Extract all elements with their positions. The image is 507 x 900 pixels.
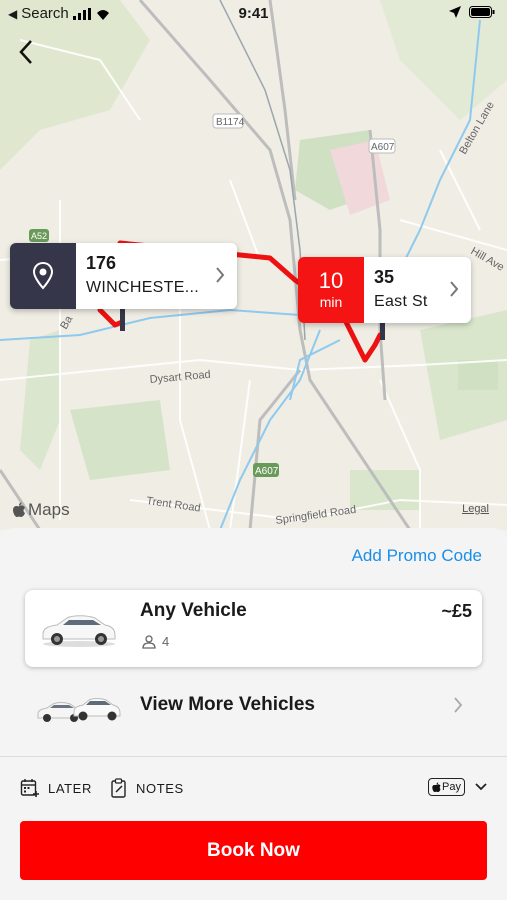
location-pin-icon [32,261,54,290]
label-a607-top: A607 [371,142,395,153]
origin-pin-card[interactable]: 176 WINCHESTE... [10,243,237,309]
origin-house-number: 176 [86,253,117,273]
origin-pin-badge [10,243,76,309]
status-right [449,6,495,18]
maps-logo: Maps [12,500,70,520]
battery-icon [469,6,495,18]
status-bar: ◀ Search 9:41 [0,0,507,28]
notes-icon [111,778,126,798]
destination-street: East St [374,293,428,310]
car-icon [42,615,116,647]
add-promo-code-link[interactable]: Add Promo Code [352,546,482,566]
apple-logo-icon [13,502,25,517]
eta-unit: min [319,294,343,310]
label-a607-bottom: A607 [255,466,279,477]
chevron-right-icon [450,281,459,297]
later-option[interactable]: LATER [20,778,92,798]
vehicle-price: ~£5 [441,601,472,621]
seat-count: 4 [162,634,170,649]
label-a52: A52 [31,231,47,241]
pay-label: Pay [442,781,461,793]
chevron-right-icon [216,267,225,283]
notes-label: NOTES [136,780,184,796]
map-view[interactable]: B1174 A607 A52 A607 Belton Lane Hill Ave… [0,0,507,530]
selected-vehicle-card[interactable]: Any Vehicle 4 ~£5 [25,590,482,667]
booking-sheet: Add Promo Code Any Vehicle 4 ~£5 View Mo… [0,528,507,900]
apple-logo-icon [432,782,441,792]
destination-house-number: 35 [374,267,395,287]
view-more-vehicles-label: View More Vehicles [140,694,315,715]
view-more-vehicles-row[interactable]: View More Vehicles [0,678,507,734]
booking-options: LATER NOTES Pay [0,770,507,806]
status-time: 9:41 [238,5,269,22]
back-chevron-icon [19,40,32,64]
passenger-icon [142,634,156,649]
vehicle-name: Any Vehicle [140,600,247,621]
calendar-add-icon [20,779,39,797]
divider [0,756,507,757]
eta-value: 10 [318,268,344,293]
multiple-cars-icon [37,698,121,722]
origin-street: WINCHESTE... [86,279,199,296]
chevron-right-icon [454,697,463,713]
notes-option[interactable]: NOTES [110,778,184,798]
location-arrow-icon [449,6,461,18]
apple-pay-badge: Pay [428,778,465,796]
later-label: LATER [48,780,92,796]
maps-brand-label: Maps [28,500,70,519]
back-button[interactable] [10,36,42,68]
book-now-button[interactable]: Book Now [20,821,487,880]
legal-link[interactable]: Legal [462,503,489,515]
label-b1174: B1174 [216,117,245,128]
vehicle-seats: 4 [142,634,169,649]
origin-pin-body: 176 WINCHESTE... [76,243,237,309]
chevron-down-icon [475,783,487,791]
eta-badge: 10 min [298,257,364,323]
payment-method-selector[interactable]: Pay [428,778,487,796]
destination-pin-card[interactable]: 10 min 35 East St [298,257,471,323]
destination-pin-body: 35 East St [364,257,471,323]
